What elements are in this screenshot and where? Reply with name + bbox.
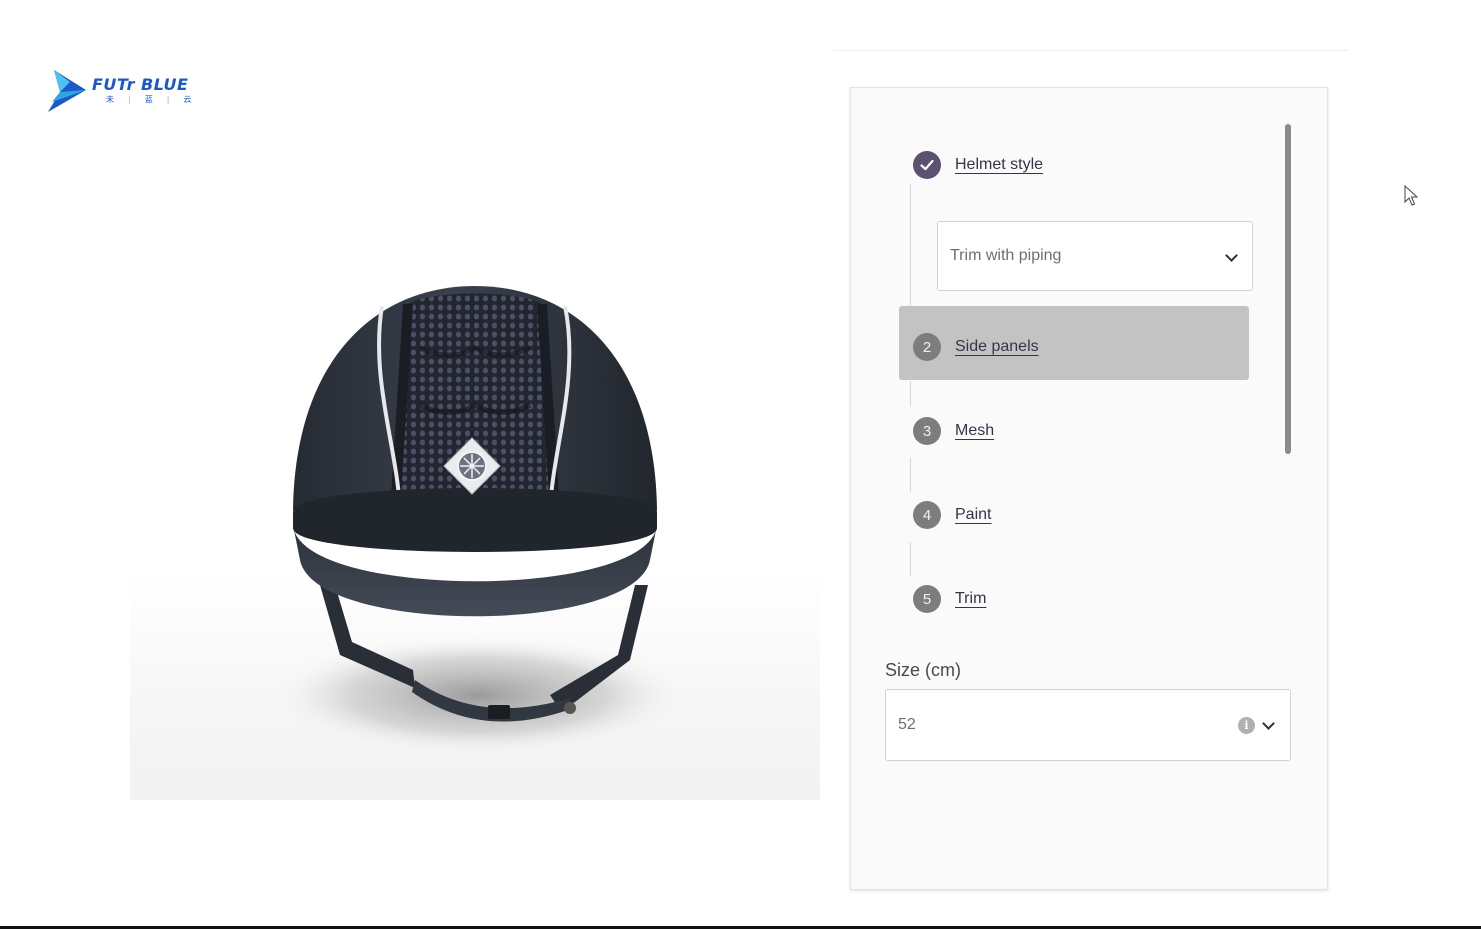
step-paint[interactable]: 4 Paint <box>913 499 991 531</box>
helmet-3d-viewer[interactable] <box>130 240 820 800</box>
helmet-style-select-value: Trim with piping <box>950 247 1062 264</box>
brand-name: FUTr BLUE <box>92 75 189 94</box>
helmet-style-select[interactable]: Trim with piping <box>937 221 1253 291</box>
step-connector <box>910 458 911 492</box>
step-label[interactable]: Helmet style <box>955 156 1043 174</box>
panel-scrollbar[interactable] <box>1285 124 1291 454</box>
step-connector <box>910 381 911 407</box>
step-label[interactable]: Side panels <box>955 338 1039 356</box>
brand-subtitle-char: 云 <box>183 95 192 104</box>
step-number-badge: 2 <box>913 333 941 361</box>
step-helmet-style[interactable]: Helmet style <box>913 149 1043 181</box>
step-number-badge: 3 <box>913 417 941 445</box>
configurator-panel: Helmet style Trim with piping 2 Side pan… <box>850 87 1328 890</box>
chevron-down-icon <box>1225 249 1238 262</box>
step-number-badge: 5 <box>913 585 941 613</box>
helmet-model <box>263 286 693 757</box>
info-icon[interactable]: i <box>1238 717 1255 734</box>
step-connector <box>910 542 911 576</box>
top-divider <box>834 50 1348 51</box>
cursor-icon <box>1404 185 1419 206</box>
step-label[interactable]: Paint <box>955 506 991 524</box>
step-mesh[interactable]: 3 Mesh <box>913 415 994 447</box>
brand-subtitle-char: 未 <box>106 95 114 104</box>
step-label[interactable]: Trim <box>955 590 986 608</box>
brand-subtitle-char: 蓝 <box>144 95 153 104</box>
step-side-panels[interactable]: 2 Side panels <box>913 331 1039 363</box>
check-icon <box>913 151 941 179</box>
step-connector <box>910 184 911 309</box>
step-trim[interactable]: 5 Trim <box>913 583 986 615</box>
step-number-badge: 4 <box>913 501 941 529</box>
size-select[interactable]: 52 i <box>885 689 1291 761</box>
logo-mark-icon <box>48 70 86 112</box>
step-label[interactable]: Mesh <box>955 422 994 440</box>
brand-logo: FUTr BLUE 未 | 蓝 | 云 <box>44 68 224 116</box>
brand-subtitle: 未 | 蓝 | 云 <box>106 95 192 104</box>
chevron-down-icon <box>1262 717 1275 730</box>
size-select-value: 52 <box>898 716 916 733</box>
size-label: Size (cm) <box>885 660 961 680</box>
